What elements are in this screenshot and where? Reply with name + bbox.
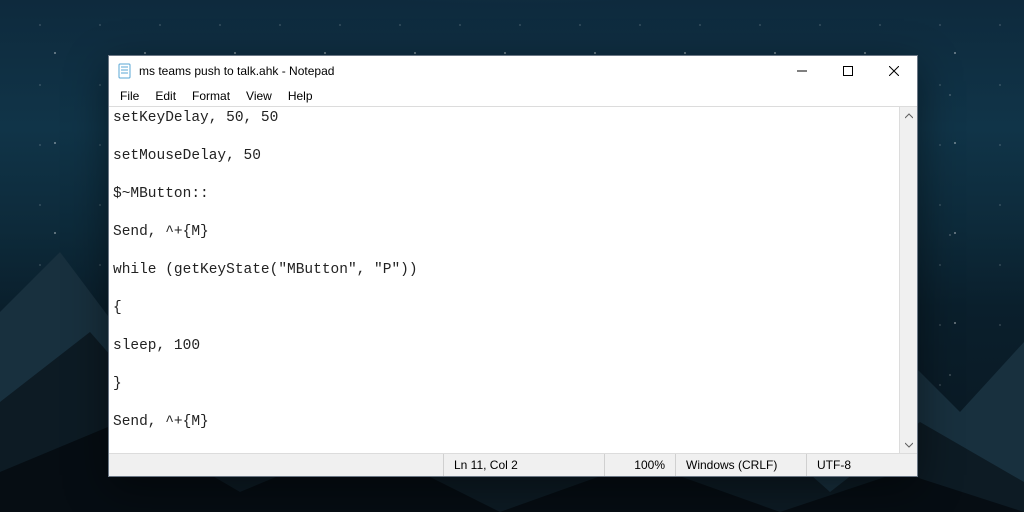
scroll-up-button[interactable] [900, 107, 917, 124]
close-icon [889, 66, 899, 76]
chevron-up-icon [905, 112, 913, 120]
desktop-wallpaper: ms teams push to talk.ahk - Notepad File… [0, 0, 1024, 512]
menu-view[interactable]: View [239, 87, 279, 105]
status-encoding: UTF-8 [806, 454, 917, 476]
window-title: ms teams push to talk.ahk - Notepad [139, 64, 334, 78]
menu-help[interactable]: Help [281, 87, 320, 105]
window-titlebar[interactable]: ms teams push to talk.ahk - Notepad [109, 56, 917, 86]
text-editor[interactable]: setKeyDelay, 50, 50 setMouseDelay, 50 $~… [109, 107, 899, 453]
minimize-button[interactable] [779, 56, 825, 86]
status-zoom: 100% [604, 454, 675, 476]
maximize-button[interactable] [825, 56, 871, 86]
close-button[interactable] [871, 56, 917, 86]
editor-area: setKeyDelay, 50, 50 setMouseDelay, 50 $~… [109, 106, 917, 454]
menu-file[interactable]: File [113, 87, 146, 105]
status-line-ending: Windows (CRLF) [675, 454, 806, 476]
status-spacer [109, 454, 443, 476]
scroll-down-button[interactable] [900, 436, 917, 453]
menu-format[interactable]: Format [185, 87, 237, 105]
status-cursor-position: Ln 11, Col 2 [443, 454, 604, 476]
menu-bar: File Edit Format View Help [109, 86, 917, 106]
notepad-app-icon [117, 63, 133, 79]
scrollbar-track[interactable] [900, 124, 917, 436]
chevron-down-icon [905, 441, 913, 449]
menu-edit[interactable]: Edit [148, 87, 183, 105]
status-bar: Ln 11, Col 2 100% Windows (CRLF) UTF-8 [109, 454, 917, 476]
notepad-window: ms teams push to talk.ahk - Notepad File… [108, 55, 918, 477]
vertical-scrollbar[interactable] [899, 107, 917, 453]
minimize-icon [797, 66, 807, 76]
maximize-icon [843, 66, 853, 76]
